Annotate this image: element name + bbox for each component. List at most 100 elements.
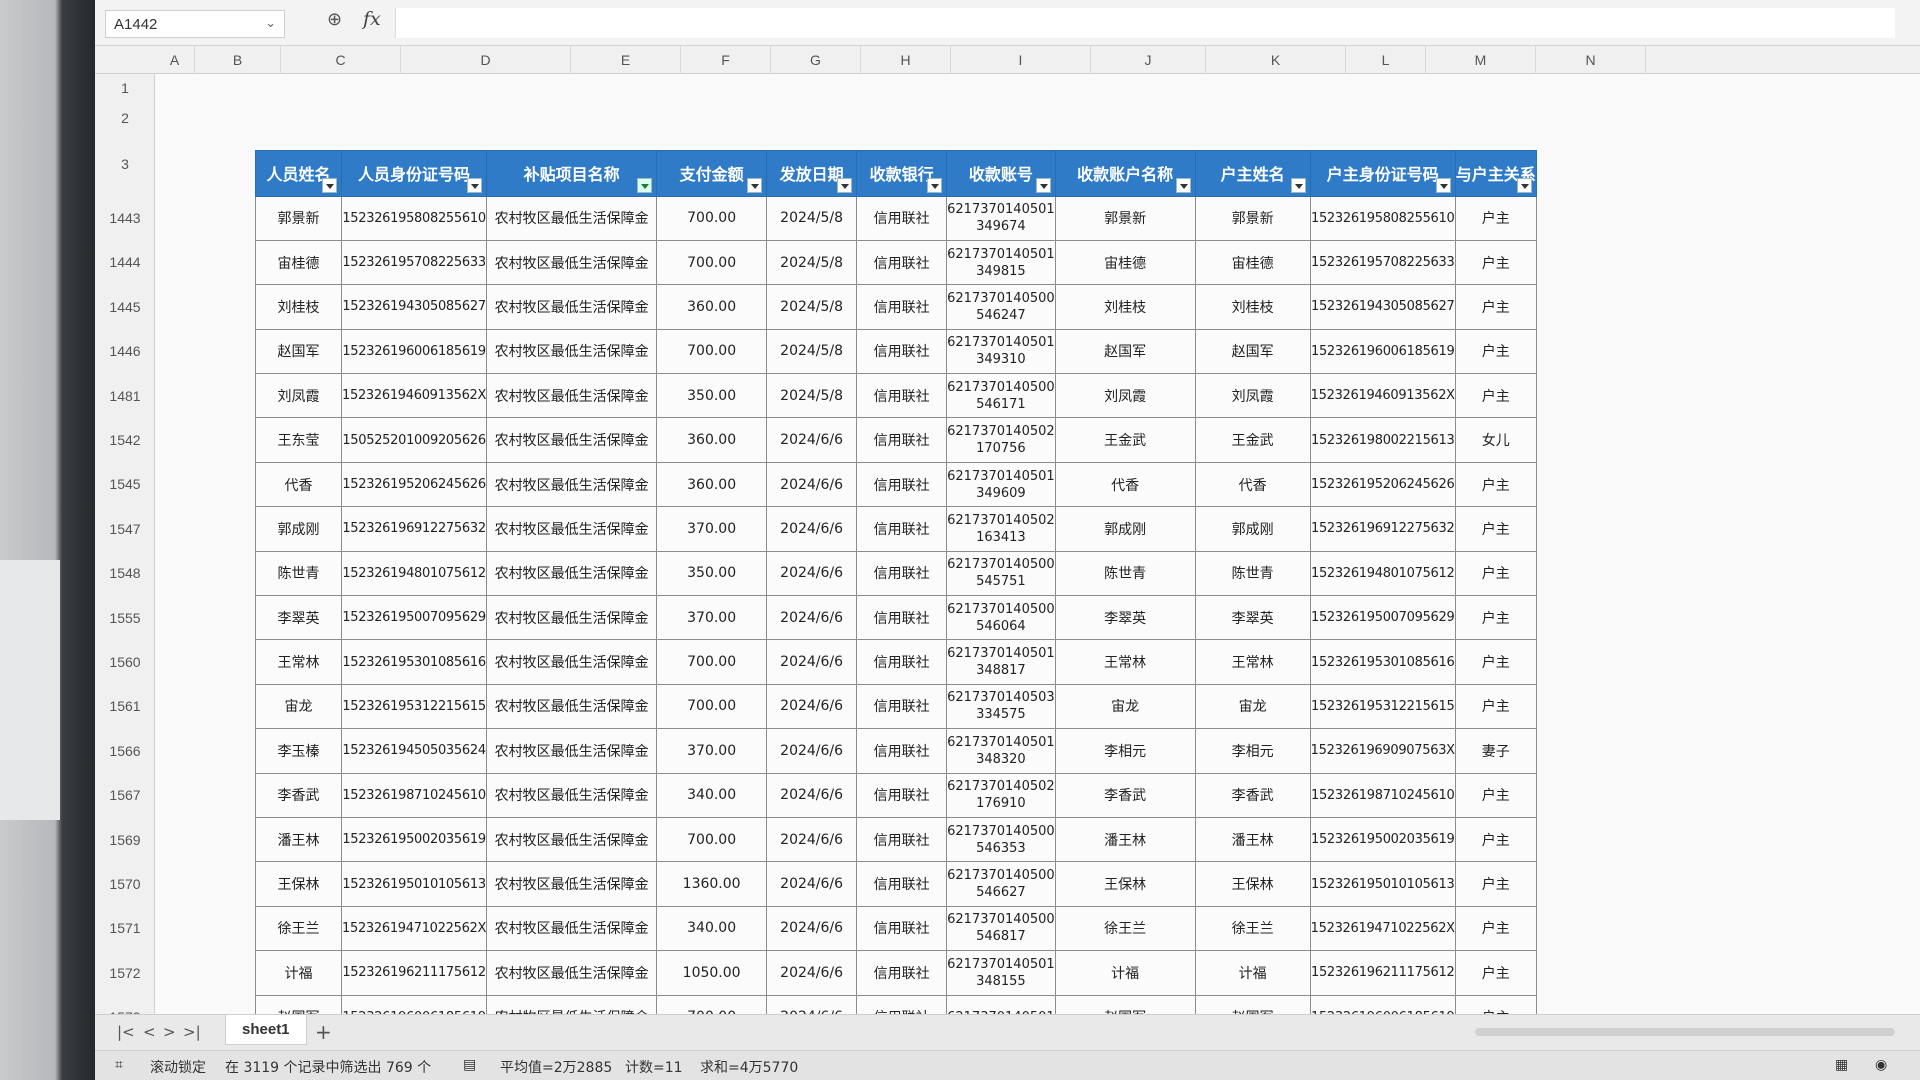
account-cell[interactable]: 6217370140501 348155 [946, 950, 1056, 996]
head-cell[interactable]: 宙桂德 [1194, 239, 1311, 286]
date-cell[interactable]: 2024/5/8 [766, 373, 858, 419]
head-cell[interactable]: 计福 [1194, 950, 1311, 996]
id-cell[interactable]: 152326196912275632 [340, 506, 488, 552]
item-cell[interactable]: 农村牧区最低生活保障金 [486, 284, 658, 330]
column-header[interactable]: 收款账号 [946, 149, 1056, 197]
item-cell[interactable]: 农村牧区最低生活保障金 [486, 639, 658, 685]
date-cell[interactable]: 2024/5/8 [766, 328, 858, 375]
column-letter[interactable]: G [771, 46, 861, 74]
name-cell[interactable]: 计福 [255, 950, 342, 996]
sheet-tab-sheet1[interactable]: sheet1 [225, 1015, 307, 1045]
head-id-cell[interactable]: 152326198002215613 [1309, 417, 1456, 463]
head-cell[interactable]: 宙龙 [1194, 683, 1311, 730]
head-cell[interactable]: 李香武 [1194, 772, 1311, 818]
id-cell[interactable]: 150525201009205626 [340, 417, 488, 463]
column-letter[interactable]: E [571, 46, 681, 74]
name-cell[interactable]: 王保林 [255, 861, 342, 907]
head-id-cell[interactable]: 152326195312215615 [1309, 683, 1456, 730]
rel-cell[interactable]: 户主 [1454, 373, 1537, 419]
date-cell[interactable]: 2024/6/6 [766, 728, 858, 774]
account-cell[interactable]: 6217370140501 348320 [946, 728, 1056, 774]
name-cell[interactable]: 郭景新 [255, 195, 342, 241]
account-cell[interactable]: 6217370140501 349609 [946, 461, 1056, 508]
acct-name-cell[interactable]: 计福 [1054, 950, 1196, 996]
name-cell[interactable]: 刘桂枝 [255, 284, 342, 330]
name-cell[interactable]: 宙龙 [255, 683, 342, 730]
date-cell[interactable]: 2024/6/6 [766, 461, 858, 508]
filter-dropdown-icon[interactable] [837, 177, 853, 193]
id-cell[interactable]: 152326195708225633 [340, 239, 488, 286]
column-letter[interactable]: L [1346, 46, 1426, 74]
row-number[interactable]: 1542 [95, 432, 155, 448]
item-cell[interactable]: 农村牧区最低生活保障金 [486, 816, 658, 863]
account-cell[interactable]: 6217370140500 546064 [946, 595, 1056, 641]
rel-cell[interactable]: 户主 [1454, 239, 1537, 286]
bank-cell[interactable]: 信用联社 [856, 816, 948, 863]
row-number[interactable]: 3 [95, 156, 155, 172]
head-cell[interactable]: 郭成刚 [1194, 506, 1311, 552]
row-number[interactable]: 1545 [95, 476, 155, 492]
row-number[interactable]: 1445 [95, 299, 155, 315]
name-cell[interactable]: 徐王兰 [255, 905, 342, 952]
bank-cell[interactable]: 信用联社 [856, 728, 948, 774]
rel-cell[interactable]: 户主 [1454, 328, 1537, 375]
item-cell[interactable]: 农村牧区最低生活保障金 [486, 461, 658, 508]
head-id-cell[interactable]: 152326196912275632 [1309, 506, 1456, 552]
amount-cell[interactable]: 340.00 [656, 905, 768, 952]
amount-cell[interactable]: 360.00 [656, 417, 768, 463]
filter-dropdown-icon[interactable] [927, 177, 943, 193]
head-id-cell[interactable]: 152326195007095629 [1309, 595, 1456, 641]
acct-name-cell[interactable]: 徐王兰 [1054, 905, 1196, 952]
head-cell[interactable]: 王常林 [1194, 639, 1311, 685]
item-cell[interactable]: 农村牧区最低生活保障金 [486, 239, 658, 286]
filter-dropdown-icon[interactable] [322, 177, 337, 193]
acct-name-cell[interactable]: 王金武 [1054, 417, 1196, 463]
name-cell[interactable]: 王东莹 [255, 417, 342, 463]
column-header[interactable]: 与户主关系 [1454, 149, 1537, 197]
rel-cell[interactable]: 户主 [1454, 861, 1537, 907]
row-number[interactable]: 1444 [95, 254, 155, 270]
name-cell[interactable]: 郭成刚 [255, 506, 342, 552]
name-cell[interactable]: 陈世青 [255, 550, 342, 597]
row-number[interactable]: 1481 [95, 388, 155, 404]
bank-cell[interactable]: 信用联社 [856, 417, 948, 463]
row-number[interactable]: 2 [95, 110, 155, 126]
filter-dropdown-icon[interactable] [1035, 177, 1051, 193]
id-cell[interactable]: 152326195206245626 [340, 461, 488, 508]
bank-cell[interactable]: 信用联社 [856, 772, 948, 818]
column-header[interactable]: 发放日期 [766, 149, 858, 197]
amount-cell[interactable]: 360.00 [656, 284, 768, 330]
item-cell[interactable]: 农村牧区最低生活保障金 [486, 861, 658, 907]
bank-cell[interactable]: 信用联社 [856, 595, 948, 641]
item-cell[interactable]: 农村牧区最低生活保障金 [486, 683, 658, 730]
rel-cell[interactable]: 户主 [1454, 950, 1537, 996]
bank-cell[interactable]: 信用联社 [856, 550, 948, 597]
id-cell[interactable]: 152326194505035624 [340, 728, 488, 774]
column-letter[interactable]: A [155, 46, 195, 74]
row-number[interactable]: 1570 [95, 876, 155, 892]
name-cell[interactable]: 刘凤霞 [255, 373, 342, 419]
head-cell[interactable]: 徐王兰 [1194, 905, 1311, 952]
item-cell[interactable]: 农村牧区最低生活保障金 [486, 772, 658, 818]
id-cell[interactable]: 15232619460913562X [340, 373, 488, 419]
name-cell[interactable]: 潘王林 [255, 816, 342, 863]
item-cell[interactable]: 农村牧区最低生活保障金 [486, 195, 658, 241]
id-cell[interactable]: 152326194305085627 [340, 284, 488, 330]
item-cell[interactable]: 农村牧区最低生活保障金 [486, 417, 658, 463]
account-cell[interactable]: 6217370140500 546627 [946, 861, 1056, 907]
row-number[interactable]: 1569 [95, 832, 155, 848]
row-number[interactable]: 1446 [95, 343, 155, 359]
name-cell[interactable]: 李玉榛 [255, 728, 342, 774]
name-cell[interactable]: 赵国军 [255, 328, 342, 375]
amount-cell[interactable]: 1360.00 [656, 861, 768, 907]
name-cell[interactable]: 王常林 [255, 639, 342, 685]
head-id-cell[interactable]: 152326196006185619 [1309, 328, 1456, 375]
head-cell[interactable]: 潘王林 [1194, 816, 1311, 863]
id-cell[interactable]: 152326195808255610 [340, 195, 488, 241]
prev-sheet-icon[interactable]: < [143, 1023, 156, 1041]
rel-cell[interactable]: 户主 [1454, 639, 1537, 685]
filter-active-icon[interactable] [637, 177, 653, 193]
macro-icon[interactable]: ⌗ [115, 1057, 123, 1073]
bank-cell[interactable]: 信用联社 [856, 683, 948, 730]
amount-cell[interactable]: 350.00 [656, 550, 768, 597]
